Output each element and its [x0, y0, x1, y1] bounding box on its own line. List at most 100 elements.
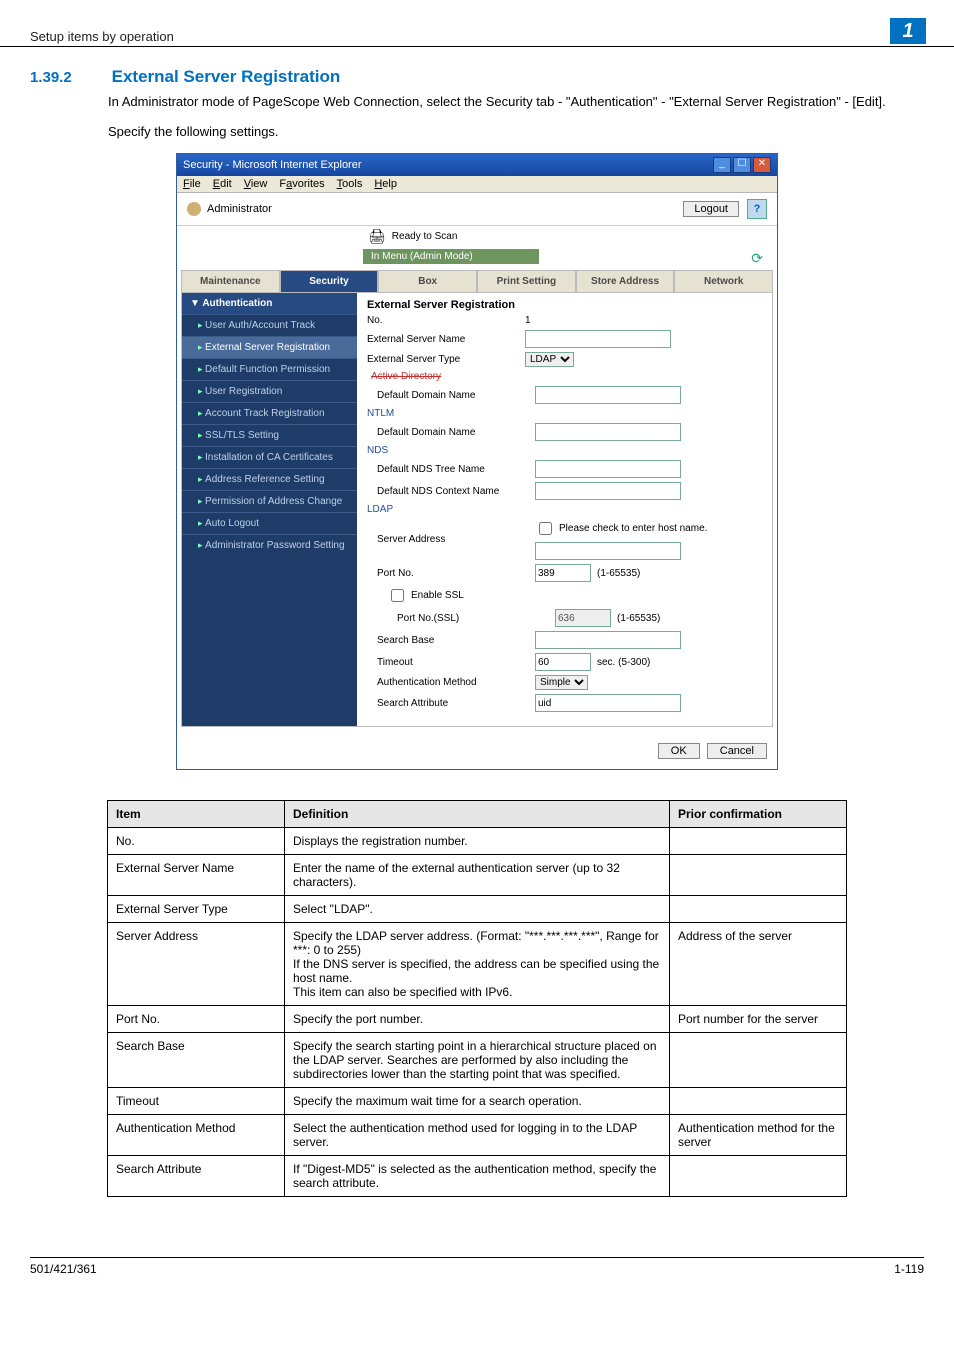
- sidebar-item-ssl-tls[interactable]: SSL/TLS Setting: [182, 424, 357, 446]
- sidebar-item-ca-certs[interactable]: Installation of CA Certificates: [182, 446, 357, 468]
- cell-prior: [670, 896, 847, 923]
- close-icon[interactable]: ✕: [753, 157, 771, 173]
- label-search-attr: Search Attribute: [367, 698, 527, 709]
- label-server-name: External Server Name: [367, 334, 517, 345]
- menu-tools[interactable]: Tools: [337, 178, 363, 190]
- cell-item: External Server Name: [108, 855, 285, 896]
- refresh-icon[interactable]: ⟳: [751, 250, 763, 267]
- table-row: External Server TypeSelect "LDAP".: [108, 896, 847, 923]
- table-row: External Server NameEnter the name of th…: [108, 855, 847, 896]
- cell-item: No.: [108, 828, 285, 855]
- section-number: 1.39.2: [30, 69, 108, 86]
- cell-prior: Port number for the server: [670, 1006, 847, 1033]
- subhead-nds: NDS: [367, 445, 762, 456]
- checkbox-enable-ssl[interactable]: [391, 589, 404, 602]
- sidebar-item-account-track[interactable]: Account Track Registration: [182, 402, 357, 424]
- help-icon[interactable]: ?: [747, 199, 767, 219]
- sidebar-item-admin-password[interactable]: Administrator Password Setting: [182, 534, 357, 556]
- input-port[interactable]: [535, 564, 591, 582]
- menu-file[interactable]: File: [183, 178, 201, 190]
- label-server-address: Server Address: [367, 534, 527, 545]
- menu-edit[interactable]: Edit: [213, 178, 232, 190]
- input-ntlm-domain[interactable]: [535, 423, 681, 441]
- input-ad-domain[interactable]: [535, 386, 681, 404]
- form-title: External Server Registration: [367, 299, 762, 311]
- cell-prior: [670, 1156, 847, 1197]
- chapter-chip: 1: [890, 18, 926, 44]
- cell-item: Server Address: [108, 923, 285, 1006]
- tab-store-address[interactable]: Store Address: [576, 270, 675, 292]
- ok-button[interactable]: OK: [658, 743, 700, 759]
- label-hostname-check: Please check to enter host name.: [559, 523, 707, 534]
- cell-item: Authentication Method: [108, 1115, 285, 1156]
- checkbox-hostname[interactable]: [539, 522, 552, 535]
- input-search-attr[interactable]: [535, 694, 681, 712]
- definitions-table: Item Definition Prior confirmation No.Di…: [107, 800, 847, 1197]
- tab-network[interactable]: Network: [674, 270, 773, 292]
- menu-help[interactable]: Help: [374, 178, 397, 190]
- label-enable-ssl: Enable SSL: [411, 590, 464, 601]
- input-nds-context[interactable]: [535, 482, 681, 500]
- label-ad-domain: Default Domain Name: [367, 390, 527, 401]
- subhead-active-directory: Active Directory: [367, 371, 762, 382]
- form-area: External Server Registration No. 1 Exter…: [357, 293, 772, 726]
- label-nds-context: Default NDS Context Name: [367, 486, 527, 497]
- section-title: External Server Registration: [112, 67, 341, 86]
- input-server-address[interactable]: [535, 542, 681, 560]
- minimize-icon[interactable]: _: [713, 157, 731, 173]
- input-timeout[interactable]: [535, 653, 591, 671]
- menu-view[interactable]: View: [244, 178, 268, 190]
- cell-item: Search Attribute: [108, 1156, 285, 1197]
- printer-icon: 🖨: [368, 228, 386, 245]
- value-no: 1: [525, 315, 762, 326]
- footer-left: 501/421/361: [30, 1262, 97, 1276]
- admin-icon: [187, 202, 201, 216]
- subhead-ldap: LDAP: [367, 504, 762, 515]
- admin-label: Administrator: [207, 203, 272, 215]
- cell-definition: Specify the LDAP server address. (Format…: [285, 923, 670, 1006]
- menu-favorites[interactable]: Favorites: [279, 178, 324, 190]
- cell-definition: Select "LDAP".: [285, 896, 670, 923]
- mode-bar: In Menu (Admin Mode): [363, 249, 539, 264]
- sidebar-item-address-change[interactable]: Permission of Address Change: [182, 490, 357, 512]
- select-server-type[interactable]: LDAP: [525, 352, 574, 367]
- cell-item: Timeout: [108, 1088, 285, 1115]
- sidebar-item-user-registration[interactable]: User Registration: [182, 380, 357, 402]
- select-auth-method[interactable]: Simple: [535, 675, 588, 690]
- screenshot-window: Security - Microsoft Internet Explorer _…: [176, 153, 778, 770]
- input-server-name[interactable]: [525, 330, 671, 348]
- sidebar-item-auto-logout[interactable]: Auto Logout: [182, 512, 357, 534]
- label-port-range: (1-65535): [597, 568, 640, 579]
- table-row: TimeoutSpecify the maximum wait time for…: [108, 1088, 847, 1115]
- sidebar-item-user-auth[interactable]: User Auth/Account Track: [182, 314, 357, 336]
- label-port: Port No.: [367, 568, 527, 579]
- window-title: Security - Microsoft Internet Explorer: [183, 159, 362, 171]
- table-row: Search BaseSpecify the search starting p…: [108, 1033, 847, 1088]
- cell-prior: [670, 855, 847, 896]
- input-nds-tree[interactable]: [535, 460, 681, 478]
- table-row: Search AttributeIf "Digest-MD5" is selec…: [108, 1156, 847, 1197]
- cancel-button[interactable]: Cancel: [707, 743, 767, 759]
- table-row: No.Displays the registration number.: [108, 828, 847, 855]
- label-ntlm-domain: Default Domain Name: [367, 427, 527, 438]
- tab-box[interactable]: Box: [378, 270, 477, 292]
- maximize-icon[interactable]: ☐: [733, 157, 751, 173]
- cell-definition: Enter the name of the external authentic…: [285, 855, 670, 896]
- sidebar-heading-authentication[interactable]: ▼ Authentication: [182, 293, 357, 314]
- sidebar-item-default-permission[interactable]: Default Function Permission: [182, 358, 357, 380]
- label-search-base: Search Base: [367, 635, 527, 646]
- cell-item: Search Base: [108, 1033, 285, 1088]
- footer-right: 1-119: [894, 1262, 924, 1276]
- cell-prior: [670, 828, 847, 855]
- cell-definition: Select the authentication method used fo…: [285, 1115, 670, 1156]
- cell-prior: Address of the server: [670, 923, 847, 1006]
- tab-print-setting[interactable]: Print Setting: [477, 270, 576, 292]
- sidebar-item-address-reference[interactable]: Address Reference Setting: [182, 468, 357, 490]
- input-search-base[interactable]: [535, 631, 681, 649]
- cell-prior: [670, 1088, 847, 1115]
- col-item: Item: [108, 801, 285, 828]
- tab-security[interactable]: Security: [280, 270, 379, 292]
- tab-maintenance[interactable]: Maintenance: [181, 270, 280, 292]
- logout-button[interactable]: Logout: [683, 201, 739, 217]
- sidebar-item-external-server[interactable]: External Server Registration: [182, 336, 357, 358]
